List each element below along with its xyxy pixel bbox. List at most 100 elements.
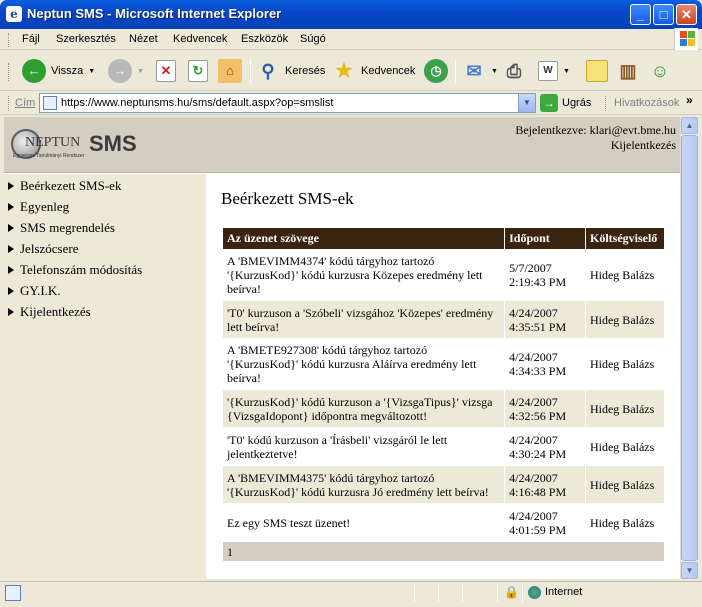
mail-button[interactable]: ✉ ▼ — [462, 56, 498, 86]
nav-logout[interactable]: Kijelentkezés — [8, 304, 91, 320]
message-text: 'T0' kurzuson a 'Szóbeli' vizsgához 'Köz… — [221, 300, 506, 339]
discuss-button[interactable] — [586, 56, 608, 86]
table-row: A 'BMETE927308' kódú tárgyhoz tartozó '{… — [221, 338, 666, 390]
table-row: '{KurzusKod}' kódú kurzuson a '{VizsgaTi… — [221, 389, 666, 428]
maximize-button[interactable]: □ — [653, 4, 674, 25]
stop-button[interactable]: ✕ — [156, 56, 176, 86]
search-button[interactable]: ⚲ Keresés — [256, 56, 325, 86]
message-payer: Hideg Balázs — [584, 249, 666, 301]
go-button[interactable]: → Ugrás — [540, 94, 591, 112]
page-title: Beérkezett SMS-ek — [221, 189, 354, 208]
message-payer: Hideg Balázs — [584, 338, 666, 390]
nav-faq[interactable]: GY.I.K. — [8, 283, 61, 299]
toolbar-grip — [605, 96, 608, 111]
menu-view[interactable]: Nézet — [129, 33, 158, 45]
page-number[interactable]: 1 — [222, 541, 665, 562]
message-text: A 'BMEVIMM4374' kódú tárgyhoz tartozó '{… — [221, 249, 506, 301]
message-text: '{KurzusKod}' kódú kurzuson a '{VizsgaTi… — [221, 389, 506, 428]
back-button[interactable]: ← Vissza ▼ — [22, 56, 95, 86]
logged-in-as: Bejelentkezve: klari@evt.bme.hu — [515, 123, 676, 137]
history-button[interactable]: ◷ — [424, 56, 448, 86]
message-payer: Hideg Balázs — [584, 389, 666, 428]
window-title: Neptun SMS - Microsoft Internet Explorer — [27, 6, 282, 21]
printer-icon: ⎙ — [506, 61, 522, 81]
address-dropdown-icon[interactable]: ▼ — [518, 94, 535, 112]
column-header-text[interactable]: Az üzenet szövege — [221, 227, 506, 250]
nav-phone[interactable]: Telefonszám módosítás — [8, 262, 142, 278]
column-header-payer[interactable]: Költségviselő — [584, 227, 666, 250]
nav-balance[interactable]: Egyenleg — [8, 199, 69, 215]
neptun-sms-logo[interactable]: NEPTUN SMS Egységes Tanulmányi Rendszer — [11, 129, 137, 163]
arrow-right-icon — [8, 203, 14, 211]
sms-table: Az üzenet szövege Időpont Költségviselő … — [221, 227, 666, 562]
back-arrow-icon: ← — [22, 59, 46, 83]
scroll-thumb[interactable] — [681, 135, 698, 561]
stop-icon: ✕ — [156, 60, 176, 82]
message-text: A 'BMETE927308' kódú tárgyhoz tartozó '{… — [221, 338, 506, 390]
pager-row: 1 — [222, 541, 665, 562]
toolbar-separator — [455, 59, 456, 83]
edit-dropdown-icon[interactable]: ▼ — [563, 68, 570, 75]
status-divider — [522, 584, 523, 602]
message-time: 4/24/2007 4:34:33 PM — [504, 338, 586, 390]
nav-order[interactable]: SMS megrendelés — [8, 220, 115, 236]
menu-favorites[interactable]: Kedvencek — [173, 33, 227, 45]
arrow-right-icon — [8, 287, 14, 295]
arrow-right-icon — [8, 224, 14, 232]
minimize-button[interactable]: _ — [630, 4, 651, 25]
history-icon: ◷ — [424, 59, 448, 83]
web-page: NEPTUN SMS Egységes Tanulmányi Rendszer … — [4, 117, 680, 579]
message-time: 4/24/2007 4:16:48 PM — [504, 465, 586, 504]
forward-button[interactable]: → ▼ — [108, 56, 144, 86]
mail-dropdown-icon[interactable]: ▼ — [491, 68, 498, 75]
internet-zone-icon — [528, 586, 541, 599]
favorites-button[interactable]: ★ Kedvencek — [332, 56, 415, 86]
scroll-down-icon[interactable]: ▼ — [681, 562, 698, 579]
search-icon: ⚲ — [261, 61, 275, 81]
scroll-up-icon[interactable]: ▲ — [681, 117, 698, 134]
arrow-right-icon — [8, 245, 14, 253]
title-bar: e Neptun SMS - Microsoft Internet Explor… — [0, 0, 702, 29]
lock-icon[interactable]: 🔒 — [504, 585, 519, 599]
research-button[interactable]: ▥ — [616, 56, 640, 86]
close-button[interactable]: ✕ — [676, 4, 697, 25]
links-toolbar[interactable]: Hivatkozások — [614, 97, 679, 109]
sidebar: Beérkezett SMS-ek Egyenleg SMS megrendel… — [4, 174, 206, 579]
messenger-icon: ☺ — [650, 61, 670, 81]
message-text: 'T0' kódú kurzuson a 'Írásbeli' vizsgáró… — [221, 427, 506, 466]
chevron-right-icon[interactable]: » — [686, 93, 693, 107]
forward-dropdown-icon[interactable]: ▼ — [137, 68, 144, 75]
messenger-button[interactable]: ☺ — [648, 56, 672, 86]
ie-icon: e — [6, 6, 22, 22]
address-url[interactable]: https://www.neptunsms.hu/sms/default.asp… — [61, 97, 333, 109]
back-dropdown-icon[interactable]: ▼ — [88, 68, 95, 75]
page-status-icon — [5, 585, 21, 601]
main-content: Beérkezett SMS-ek Az üzenet szövege Időp… — [206, 174, 680, 579]
refresh-button[interactable]: ↻ — [188, 56, 208, 86]
address-input[interactable]: https://www.neptunsms.hu/sms/default.asp… — [39, 93, 536, 113]
vertical-scrollbar[interactable]: ▲ ▼ — [680, 117, 698, 579]
header-logout-link[interactable]: Kijelentkezés — [515, 138, 676, 153]
menu-file[interactable]: Fájl — [22, 33, 40, 45]
home-button[interactable]: ⌂ — [218, 56, 242, 86]
menu-tools[interactable]: Eszközök — [241, 33, 288, 45]
refresh-icon: ↻ — [188, 60, 208, 82]
menu-help[interactable]: Súgó — [300, 33, 326, 45]
message-time: 4/24/2007 4:35:51 PM — [504, 300, 586, 339]
print-button[interactable]: ⎙ — [502, 56, 526, 86]
security-zone: Internet — [545, 586, 583, 598]
menu-edit[interactable]: Szerkesztés — [56, 33, 116, 45]
table-row: 'T0' kódú kurzuson a 'Írásbeli' vizsgáró… — [221, 427, 666, 466]
login-info: Bejelentkezve: klari@evt.bme.hu Kijelent… — [515, 123, 676, 153]
table-row: A 'BMEVIMM4375' kódú tárgyhoz tartozó '{… — [221, 465, 666, 504]
column-header-time[interactable]: Időpont — [504, 227, 586, 250]
windows-logo-icon — [674, 28, 698, 50]
message-text: Ez egy SMS teszt üzenet! — [221, 503, 506, 542]
edit-button[interactable]: W ▼ — [538, 56, 570, 86]
site-header: NEPTUN SMS Egységes Tanulmányi Rendszer … — [4, 117, 680, 173]
home-icon: ⌂ — [218, 59, 242, 83]
mail-icon: ✉ — [466, 61, 482, 81]
nav-inbox[interactable]: Beérkezett SMS-ek — [8, 178, 121, 194]
nav-password[interactable]: Jelszócsere — [8, 241, 78, 257]
table-row: 'T0' kurzuson a 'Szóbeli' vizsgához 'Köz… — [221, 300, 666, 339]
